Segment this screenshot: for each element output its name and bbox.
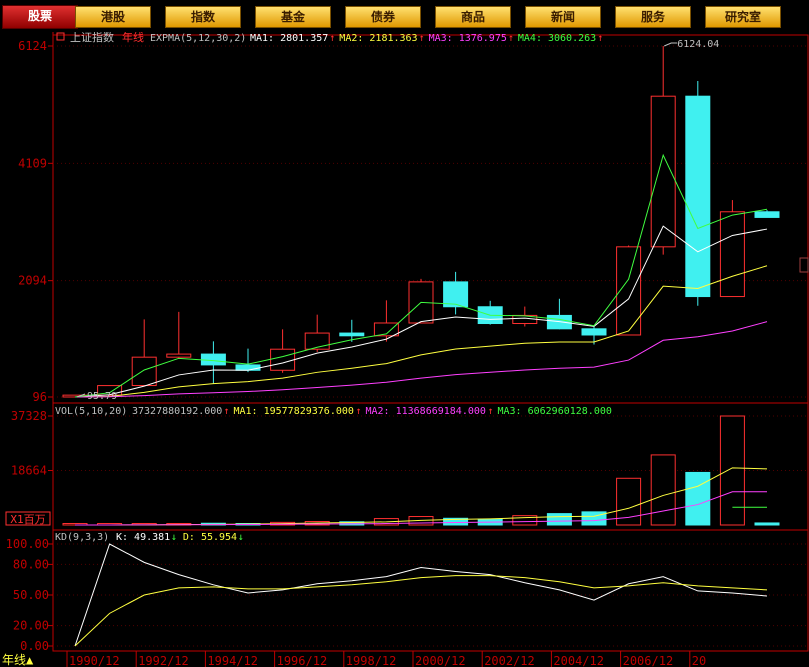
- scroll-marker: [799, 257, 809, 273]
- legend-ma1: MA1: 2801.357: [250, 33, 328, 44]
- y-tick-label: 0.00: [20, 639, 49, 653]
- legend-ma2: MA2: 2181.363: [339, 33, 417, 44]
- y-tick-label: 96: [33, 390, 47, 404]
- candle-body: [339, 332, 365, 337]
- high-annotation: 6124.04: [677, 39, 719, 50]
- x-tick-label: 2004/12: [553, 654, 604, 667]
- chart-title: 上证指数: [70, 32, 114, 44]
- tab-commodities[interactable]: 商品: [435, 6, 511, 28]
- x-tick-label: 1994/12: [207, 654, 258, 667]
- vol-legend-ma1: MA1: 19577829376.000: [234, 406, 354, 417]
- x-tick-label: 2006/12: [623, 654, 674, 667]
- top-navigation: 股票 港股 指数 基金 债券 商品 新闻 服务 研究室: [0, 0, 809, 32]
- volume-bar: [685, 471, 711, 526]
- candle-body: [131, 356, 157, 387]
- x-tick-label: 2002/12: [484, 654, 535, 667]
- vol-legend-ma2: MA2: 11368669184.000: [366, 406, 486, 417]
- candle-body: [443, 281, 469, 308]
- vol-legend-vol: 37327880192.000: [132, 406, 222, 417]
- low-annotation: 95.79: [87, 391, 117, 402]
- x-tick-label: 20: [692, 654, 706, 667]
- trend-up-arrow: ↑: [597, 33, 603, 44]
- kd-legend-k: K: 49.381: [116, 532, 170, 543]
- kd-line-d: [74, 575, 768, 647]
- tab-index[interactable]: 指数: [165, 6, 241, 28]
- candle-body: [166, 353, 192, 358]
- candle-body: [270, 348, 296, 371]
- volume-bar: [546, 513, 572, 526]
- volume-unit-label: X1百万: [10, 513, 45, 526]
- trend-up-arrow: ↑: [329, 33, 335, 44]
- period-selector: 年线▲: [2, 653, 34, 667]
- kd-legend-d: D: 55.954: [183, 532, 237, 543]
- y-tick-label: 100.00: [6, 537, 49, 551]
- y-tick-label: 6124: [18, 39, 47, 53]
- x-tick-label: 1990/12: [69, 654, 120, 667]
- y-tick-label: 80.00: [13, 557, 49, 571]
- candle-body: [719, 211, 745, 298]
- panel-toggle-icon: [56, 32, 65, 41]
- indicator-label: EXPMA(5,12,30,2): [150, 33, 246, 44]
- legend-ma3: MA3: 1376.975: [429, 33, 507, 44]
- candle-body: [685, 95, 711, 298]
- tab-services[interactable]: 服务: [615, 6, 691, 28]
- y-tick-label: 4109: [18, 156, 47, 170]
- tab-hk-stocks[interactable]: 港股: [75, 6, 151, 28]
- vol-legend-ma3: MA3: 6062960128.000: [498, 406, 612, 417]
- trend-up-arrow: ↑: [356, 406, 362, 417]
- x-tick-label: 1998/12: [346, 654, 397, 667]
- y-tick-label: 18664: [11, 464, 47, 478]
- y-tick-label: 2094: [18, 274, 47, 288]
- x-tick-label: 1996/12: [277, 654, 328, 667]
- volume-indicator-label: VOL(5,10,20): [55, 406, 127, 417]
- tab-bonds[interactable]: 债券: [345, 6, 421, 28]
- volume-bar: [650, 454, 676, 526]
- tab-stocks[interactable]: 股票: [2, 5, 78, 29]
- candle-body: [581, 328, 607, 336]
- candle-body: [754, 211, 780, 218]
- kd-indicator-label: KD(9,3,3): [55, 532, 109, 543]
- high-marker: [664, 42, 678, 47]
- x-tick-label: 1992/12: [138, 654, 189, 667]
- tab-funds[interactable]: 基金: [255, 6, 331, 28]
- y-tick-label: 37328: [11, 409, 47, 423]
- volume-bar: [719, 415, 745, 526]
- volume-bar: [754, 522, 780, 526]
- trend-up-arrow: ↑: [419, 33, 425, 44]
- x-tick-label: 2000/12: [415, 654, 466, 667]
- trend-down-arrow: ↓: [238, 532, 244, 543]
- legend-ma4: MA4: 3060.263: [518, 33, 596, 44]
- y-tick-label: 20.00: [13, 619, 49, 633]
- trend-up-arrow: ↑: [508, 33, 514, 44]
- trend-up-arrow: ↑: [224, 406, 230, 417]
- candle-body: [650, 95, 676, 248]
- chart-period: 年线: [122, 32, 144, 44]
- trend-down-arrow: ↓: [171, 532, 177, 543]
- candle-body: [235, 364, 261, 371]
- tab-news[interactable]: 新闻: [525, 6, 601, 28]
- tab-research[interactable]: 研究室: [705, 6, 781, 28]
- y-tick-label: 50.00: [13, 588, 49, 602]
- stock-chart-area[interactable]: 6124 4109 2094 96 上证指数 年线 EXPMA(5,12,30,2) MA1:…: [0, 32, 809, 667]
- volume-bar: [581, 511, 607, 526]
- candle-body: [200, 353, 226, 366]
- trend-up-arrow: ↑: [488, 406, 494, 417]
